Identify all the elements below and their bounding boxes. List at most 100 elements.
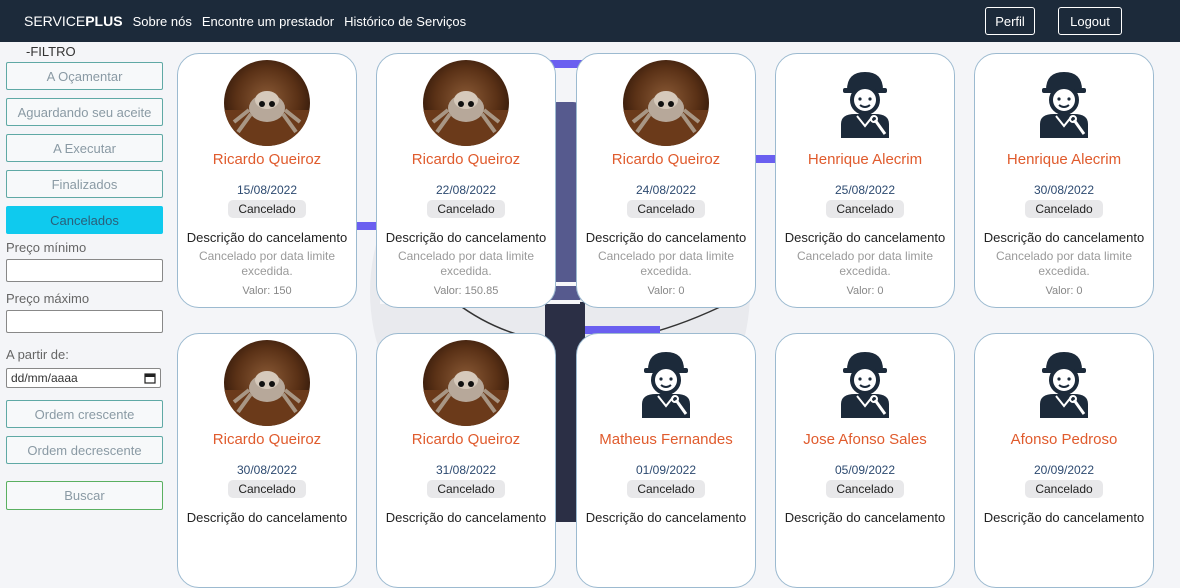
order-desc-button[interactable]: Ordem decrescente: [6, 436, 163, 464]
provider-name[interactable]: Afonso Pedroso: [975, 431, 1153, 448]
spider-photo: [623, 60, 709, 146]
from-date-input[interactable]: dd/mm/aaaa: [6, 368, 161, 388]
status-badge: Cancelado: [427, 480, 505, 498]
service-date: 25/08/2022: [834, 183, 896, 197]
spider-photo: [224, 340, 310, 426]
cancel-description-text: Cancelado por data limite excedida.: [597, 249, 735, 278]
avatar: [1021, 340, 1107, 426]
status-badge: Cancelado: [1025, 480, 1103, 498]
service-date: 24/08/2022: [635, 183, 697, 197]
mechanic-icon: [1040, 72, 1088, 138]
avatar: [423, 340, 509, 426]
provider-name[interactable]: Ricardo Queiroz: [377, 431, 555, 448]
provider-name[interactable]: Jose Afonso Sales: [776, 431, 954, 448]
service-date: 05/09/2022: [834, 463, 896, 477]
status-badge: Cancelado: [228, 200, 306, 218]
status-badge: Cancelado: [627, 200, 705, 218]
filter-title: -FILTRO: [26, 44, 76, 59]
spider-photo: [423, 340, 509, 426]
cancel-description-title: Descrição do cancelamento: [784, 510, 946, 525]
order-asc-button[interactable]: Ordem crescente: [6, 400, 163, 428]
status-badge: Cancelado: [826, 200, 904, 218]
logout-button[interactable]: Logout: [1058, 7, 1122, 35]
service-value: Valor: 0: [846, 285, 884, 297]
max-price-input[interactable]: [6, 310, 163, 333]
service-date: 01/09/2022: [635, 463, 697, 477]
service-date: 22/08/2022: [435, 183, 497, 197]
provider-name[interactable]: Matheus Fernandes: [577, 431, 755, 448]
service-value: Valor: 150.85: [433, 285, 499, 297]
min-price-label: Preço mínimo: [6, 240, 87, 255]
avatar: [623, 340, 709, 426]
avatar: [224, 60, 310, 146]
calendar-icon[interactable]: [144, 372, 156, 384]
filter-cancelados-button[interactable]: Cancelados: [6, 206, 163, 234]
filter-aguardando-button[interactable]: Aguardando seu aceite: [6, 98, 163, 126]
avatar: [224, 340, 310, 426]
filter-sidebar: -FILTRO A Oçamentar Aguardando seu aceit…: [6, 42, 163, 510]
service-card[interactable]: Henrique Alecrim 25/08/2022 Cancelado Descr…: [775, 53, 955, 308]
avatar: [623, 60, 709, 146]
service-value: Valor: 0: [647, 285, 685, 297]
service-date: 20/09/2022: [1033, 463, 1095, 477]
service-card[interactable]: Jose Afonso Sales 05/09/2022 Cancelado Desc…: [775, 333, 955, 588]
max-price-label: Preço máximo: [6, 291, 90, 306]
status-badge: Cancelado: [826, 480, 904, 498]
service-card[interactable]: Ricardo Queiroz 15/08/2022 Cancelado Descri…: [177, 53, 357, 308]
mechanic-icon: [841, 352, 889, 418]
avatar: [1021, 60, 1107, 146]
provider-name[interactable]: Ricardo Queiroz: [577, 151, 755, 168]
status-badge: Cancelado: [228, 480, 306, 498]
provider-name[interactable]: Henrique Alecrim: [975, 151, 1153, 168]
mechanic-icon: [1040, 352, 1088, 418]
cancel-description-title: Descrição do cancelamento: [983, 510, 1145, 525]
service-value: Valor: 150: [242, 285, 292, 297]
cancel-description-title: Descrição do cancelamento: [784, 230, 946, 245]
mechanic-icon: [642, 352, 690, 418]
filter-a-executar-button[interactable]: A Executar: [6, 134, 163, 162]
service-card[interactable]: Matheus Fernandes 01/09/2022 Cancelado Desc…: [576, 333, 756, 588]
cancel-description-text: Cancelado por data limite excedida.: [796, 249, 934, 278]
spider-photo: [224, 60, 310, 146]
service-card[interactable]: Ricardo Queiroz 22/08/2022 Cancelado Descri…: [376, 53, 556, 308]
service-card[interactable]: Ricardo Queiroz 31/08/2022 Cancelado Descri…: [376, 333, 556, 588]
cancel-description-title: Descrição do cancelamento: [983, 230, 1145, 245]
cancel-description-title: Descrição do cancelamento: [186, 230, 348, 245]
nav-link-historico[interactable]: Histórico de Serviços: [344, 14, 466, 29]
service-card[interactable]: Ricardo Queiroz 24/08/2022 Cancelado Descri…: [576, 53, 756, 308]
from-date-label: A partir de:: [6, 347, 69, 362]
date-placeholder: dd/mm/aaaa: [11, 371, 78, 385]
avatar: [822, 60, 908, 146]
nav-link-sobre[interactable]: Sobre nós: [133, 14, 192, 29]
service-date: 30/08/2022: [236, 463, 298, 477]
status-badge: Cancelado: [427, 200, 505, 218]
provider-name[interactable]: Ricardo Queiroz: [377, 151, 555, 168]
cancel-description-title: Descrição do cancelamento: [385, 510, 547, 525]
service-date: 30/08/2022: [1033, 183, 1095, 197]
filter-a-orcamentar-button[interactable]: A Oçamentar: [6, 62, 163, 90]
top-navbar: SERVICEPLUS Sobre nós Encontre um presta…: [0, 0, 1180, 42]
service-card[interactable]: Afonso Pedroso 20/09/2022 Cancelado Descriç…: [974, 333, 1154, 588]
cancel-description-title: Descrição do cancelamento: [186, 510, 348, 525]
status-badge: Cancelado: [1025, 200, 1103, 218]
min-price-input[interactable]: [6, 259, 163, 282]
cancel-description-title: Descrição do cancelamento: [585, 230, 747, 245]
nav-link-encontre-prestador[interactable]: Encontre um prestador: [202, 14, 334, 29]
spider-photo: [423, 60, 509, 146]
service-date: 31/08/2022: [435, 463, 497, 477]
service-card[interactable]: Henrique Alecrim 30/08/2022 Cancelado Descr…: [974, 53, 1154, 308]
status-badge: Cancelado: [627, 480, 705, 498]
cancel-description-text: Cancelado por data limite excedida.: [198, 249, 336, 278]
provider-name[interactable]: Henrique Alecrim: [776, 151, 954, 168]
profile-button[interactable]: Perfil: [985, 7, 1035, 35]
provider-name[interactable]: Ricardo Queiroz: [178, 431, 356, 448]
service-date: 15/08/2022: [236, 183, 298, 197]
service-card[interactable]: Ricardo Queiroz 30/08/2022 Cancelado Descri…: [177, 333, 357, 588]
avatar: [423, 60, 509, 146]
service-value: Valor: 0: [1045, 285, 1083, 297]
provider-name[interactable]: Ricardo Queiroz: [178, 151, 356, 168]
cancel-description-text: Cancelado por data limite excedida.: [995, 249, 1133, 278]
brand-logo[interactable]: SERVICEPLUS: [24, 13, 123, 29]
filter-finalizados-button[interactable]: Finalizados: [6, 170, 163, 198]
search-button[interactable]: Buscar: [6, 481, 163, 510]
